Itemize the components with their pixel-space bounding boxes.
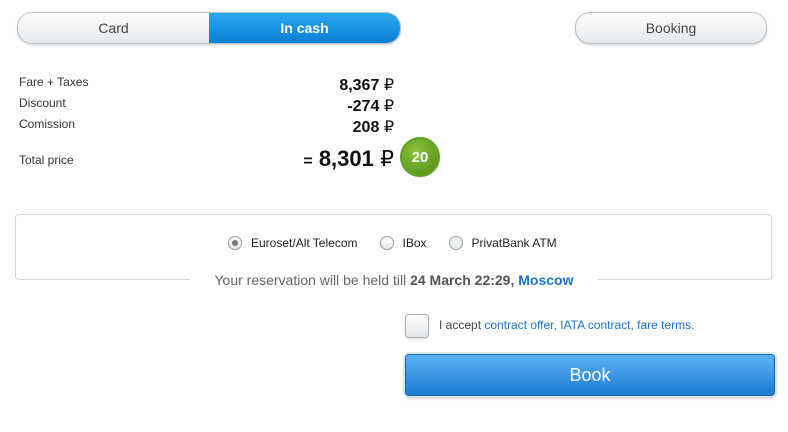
fare-label: Fare + Taxes bbox=[19, 75, 89, 89]
total-row: Total price = 8,301 ₽ bbox=[19, 146, 399, 172]
radio-icon[interactable] bbox=[379, 236, 394, 250]
ruble-icon: ₽ bbox=[383, 77, 394, 94]
discount-label: Discount bbox=[19, 96, 66, 110]
total-label: Total price bbox=[19, 153, 74, 167]
discount-row: Discount -274 ₽ bbox=[19, 96, 399, 116]
ruble-icon: ₽ bbox=[383, 98, 394, 115]
method-euroset[interactable]: Euroset/Alt Telecom bbox=[228, 236, 358, 250]
total-value: = 8,301 ₽ bbox=[303, 146, 394, 171]
tab-card[interactable]: Card bbox=[18, 13, 209, 43]
method-privatbank[interactable]: PrivatBank ATM bbox=[448, 236, 557, 250]
book-button[interactable]: Book bbox=[405, 354, 775, 396]
bonus-badge: 20 bbox=[402, 139, 438, 175]
payment-type-switch: Card In cash bbox=[17, 12, 401, 44]
contract-offer-link[interactable]: contract offer, bbox=[484, 318, 557, 332]
payment-methods: Euroset/Alt Telecom IBox PrivatBank ATM bbox=[228, 236, 579, 250]
method-ibox[interactable]: IBox bbox=[379, 236, 427, 250]
iata-contract-link[interactable]: IATA contract, bbox=[560, 318, 634, 332]
radio-icon[interactable] bbox=[448, 236, 463, 250]
ruble-icon: ₽ bbox=[380, 146, 394, 171]
booking-button[interactable]: Booking bbox=[575, 12, 767, 44]
reservation-city: Moscow bbox=[518, 272, 574, 288]
commission-value: 208 ₽ bbox=[352, 119, 394, 136]
radio-selected-icon[interactable] bbox=[228, 236, 242, 250]
fare-row: Fare + Taxes 8,367 ₽ bbox=[19, 75, 399, 95]
fare-terms-link[interactable]: fare terms. bbox=[637, 318, 694, 332]
ruble-icon: ₽ bbox=[383, 119, 394, 136]
discount-value: -274 ₽ bbox=[347, 98, 394, 115]
commission-row: Comission 208 ₽ bbox=[19, 117, 399, 137]
commission-label: Comission bbox=[19, 117, 76, 131]
accept-terms-checkbox[interactable] bbox=[405, 314, 429, 338]
fare-value: 8,367 ₽ bbox=[339, 77, 394, 94]
terms-text: I accept contract offer, IATA contract, … bbox=[439, 318, 695, 332]
tab-in-cash[interactable]: In cash bbox=[209, 13, 400, 43]
reservation-note: Your reservation will be held till 24 Ma… bbox=[190, 268, 598, 292]
